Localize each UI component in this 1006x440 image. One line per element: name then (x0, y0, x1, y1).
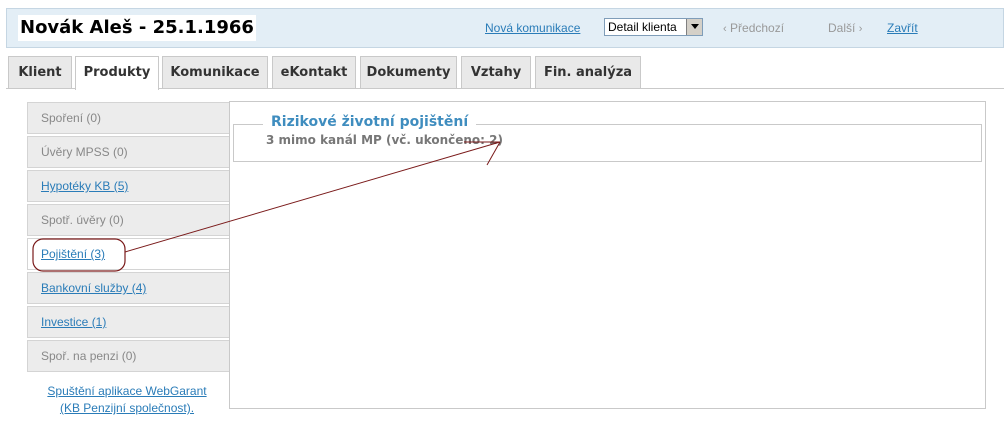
sidebar-item-spotr-uvery: Spotř. úvěry (0) (27, 204, 229, 236)
next-button[interactable]: Další › (828, 21, 862, 35)
sidebar-item-label: Spotř. úvěry (0) (41, 213, 124, 227)
sidebar-item-investice[interactable]: Investice (1) (27, 306, 229, 338)
close-link[interactable]: Zavřít (887, 21, 918, 35)
sidebar-item-label[interactable]: Bankovní služby (4) (41, 281, 146, 295)
tab-vztahy[interactable]: Vztahy (461, 56, 531, 88)
products-panel: Rizikové životní pojištění (229, 101, 986, 409)
sidebar-item-sporeni: Spoření (0) (27, 102, 229, 134)
sidebar-item-hypoteky[interactable]: Hypotéky KB (5) (27, 170, 229, 202)
webgarant-link-line1[interactable]: Spuštění aplikace WebGarant (47, 384, 206, 398)
tab-fin-analyza[interactable]: Fin. analýza (535, 56, 641, 88)
sidebar-item-bankovni-sluzby[interactable]: Bankovní služby (4) (27, 272, 229, 304)
sidebar-item-uvery-mpss: Úvěry MPSS (0) (27, 136, 229, 168)
section-title: Rizikové životní pojištění (263, 114, 477, 130)
chevron-left-icon: ‹ (723, 23, 727, 35)
previous-label: Předchozí (730, 21, 785, 35)
sidebar-item-spor-na-penzi: Spoř. na penzi (0) (27, 340, 229, 372)
tab-produkty[interactable]: Produkty (75, 56, 159, 90)
sidebar-item-label: Úvěry MPSS (0) (41, 145, 128, 159)
client-header: Novák Aleš - 25.1.1966 Nová komunikace D… (6, 8, 1004, 48)
sidebar-item-pojisteni[interactable]: Pojištění (3) (27, 238, 229, 270)
tab-dokumenty[interactable]: Dokumenty (360, 56, 457, 88)
tab-klient[interactable]: Klient (8, 56, 72, 88)
previous-button[interactable]: ‹ Předchozí (723, 21, 784, 35)
sidebar-item-label[interactable]: Hypotéky KB (5) (41, 179, 128, 193)
sidebar-item-label: Spoř. na penzi (0) (41, 349, 137, 363)
new-communication-link[interactable]: Nová komunikace (485, 21, 580, 35)
sidebar-item-label: Spoření (0) (41, 111, 102, 125)
sidebar-item-label[interactable]: Investice (1) (41, 315, 106, 329)
sidebar-item-label[interactable]: Pojištění (3) (41, 247, 105, 261)
chevron-down-icon[interactable] (686, 19, 702, 35)
tab-komunikace[interactable]: Komunikace (162, 56, 268, 88)
section-summary: 3 mimo kanál MP (vč. ukončeno: 2) (266, 133, 503, 147)
detail-select[interactable]: Detail klienta (604, 18, 703, 36)
webgarant-link-line2[interactable]: (KB Penzijní společnost). (60, 401, 194, 415)
client-title: Novák Aleš - 25.1.1966 (18, 15, 256, 41)
webgarant-link[interactable]: Spuštění aplikace WebGarant (KB Penzijní… (30, 383, 224, 417)
detail-select-value: Detail klienta (608, 20, 677, 34)
chevron-right-icon: › (858, 23, 863, 35)
tab-ekontakt[interactable]: eKontakt (272, 56, 356, 88)
next-label: Další (828, 21, 856, 35)
